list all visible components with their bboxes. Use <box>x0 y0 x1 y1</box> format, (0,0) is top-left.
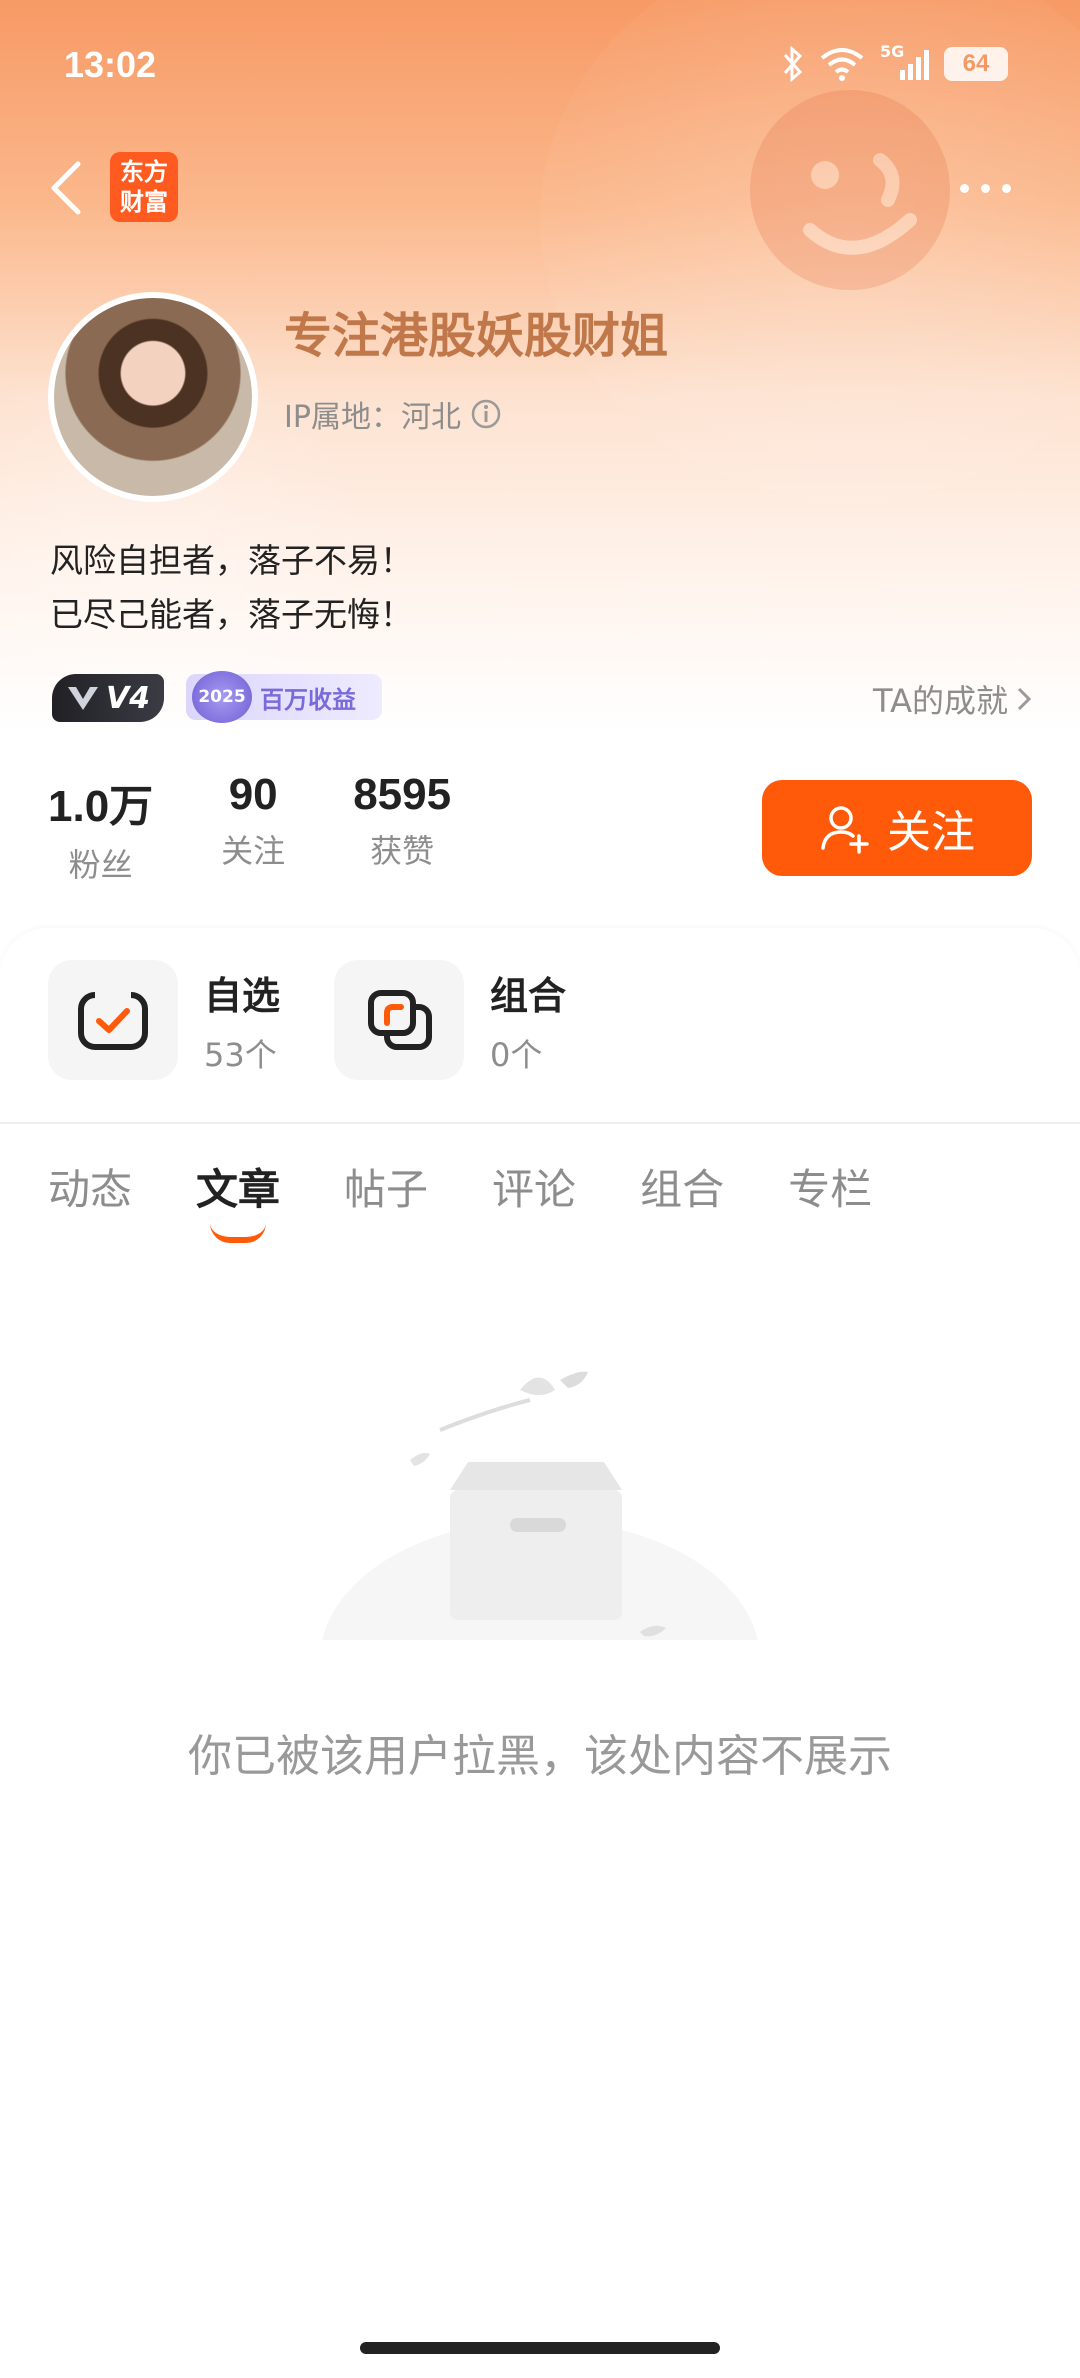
tab-posts[interactable]: 帖子 <box>344 1156 428 1217</box>
tab-columns[interactable]: 专栏 <box>788 1156 872 1217</box>
tab-comments[interactable]: 评论 <box>492 1156 576 1217</box>
tab-articles[interactable]: 文章 <box>196 1156 280 1243</box>
watchlist-count: 53个 <box>204 1035 277 1074</box>
status-icons: 5G 64 <box>782 42 1008 82</box>
follow-label: 关注 <box>887 807 975 858</box>
medal-label: 百万收益 <box>260 685 356 714</box>
battery-indicator: 64 <box>944 47 1008 81</box>
follow-button[interactable]: 关注 <box>762 780 1032 876</box>
portfolio-count: 0个 <box>490 1035 543 1074</box>
medal-year: 2025 <box>192 671 252 723</box>
bio: 风险自担者，落子不易！ 已尽己能者，落子无悔！ <box>50 534 413 642</box>
watchlist-icon <box>48 960 178 1080</box>
info-icon[interactable] <box>469 397 503 431</box>
achievements-label: TA的成就 <box>873 682 1008 720</box>
chevron-right-icon <box>1017 687 1032 711</box>
watchlist-title: 自选 <box>204 973 281 1018</box>
portfolio-icon <box>334 960 464 1080</box>
stat-label: 粉丝 <box>68 846 133 884</box>
ip-location-text: IP属地：河北 <box>284 400 461 435</box>
status-time: 13:02 <box>64 44 157 85</box>
app-logo[interactable]: 东方 财富 <box>110 152 178 222</box>
achievements-link[interactable]: TA的成就 <box>873 676 1032 722</box>
username: 专注港股妖股财姐 <box>284 308 669 364</box>
stat-value: 90 <box>228 770 278 819</box>
v-shield-icon <box>67 687 98 710</box>
bluetooth-icon <box>783 46 803 82</box>
medal-badge[interactable]: 2025 百万收益 <box>186 671 382 723</box>
home-indicator[interactable] <box>360 2342 720 2354</box>
add-user-icon <box>821 806 869 854</box>
bio-line: 风险自担者，落子不易！ <box>50 541 413 580</box>
status-bar: 13:02 5G 64 <box>0 0 1080 130</box>
stat-value: 1.0万 <box>48 782 154 831</box>
stat-label: 关注 <box>221 832 286 870</box>
stat-following[interactable]: 90 关注 <box>221 770 285 886</box>
empty-box-illustration <box>310 1371 770 1670</box>
stat-label: 获赞 <box>370 832 435 870</box>
back-arrow-icon[interactable] <box>44 156 88 220</box>
watchlist-entry[interactable]: 自选 53个 <box>48 960 280 1080</box>
bio-line: 已尽己能者，落子无悔！ <box>50 595 413 634</box>
portfolio-title: 组合 <box>490 973 567 1018</box>
avatar[interactable] <box>48 292 258 502</box>
stat-followers[interactable]: 1.0万 粉丝 <box>48 770 153 886</box>
tab-portfolios[interactable]: 组合 <box>640 1156 724 1217</box>
stats-row: 1.0万 粉丝 90 关注 8595 获赞 <box>48 770 519 886</box>
portfolio-entry[interactable]: 组合 0个 <box>334 960 566 1080</box>
logo-line1: 东方 <box>120 158 168 186</box>
empty-state-message: 你已被该用户拉黑，该处内容不展示 <box>188 1731 892 1782</box>
stat-value: 8595 <box>353 770 452 819</box>
level-badge[interactable]: V4 <box>52 674 164 722</box>
wifi-icon <box>820 48 864 81</box>
divider <box>0 1122 1080 1124</box>
ip-location[interactable]: IP属地：河北 <box>284 392 503 436</box>
cellular-signal-icon: 5G <box>880 42 930 82</box>
stat-likes[interactable]: 8595 获赞 <box>353 770 451 886</box>
content-tabs: 动态 文章 帖子 评论 组合 专栏 <box>48 1156 936 1243</box>
tab-dynamics[interactable]: 动态 <box>48 1156 132 1217</box>
logo-line2: 财富 <box>120 188 168 216</box>
more-options-icon[interactable] <box>960 176 1024 200</box>
level-text: V4 <box>105 680 151 716</box>
